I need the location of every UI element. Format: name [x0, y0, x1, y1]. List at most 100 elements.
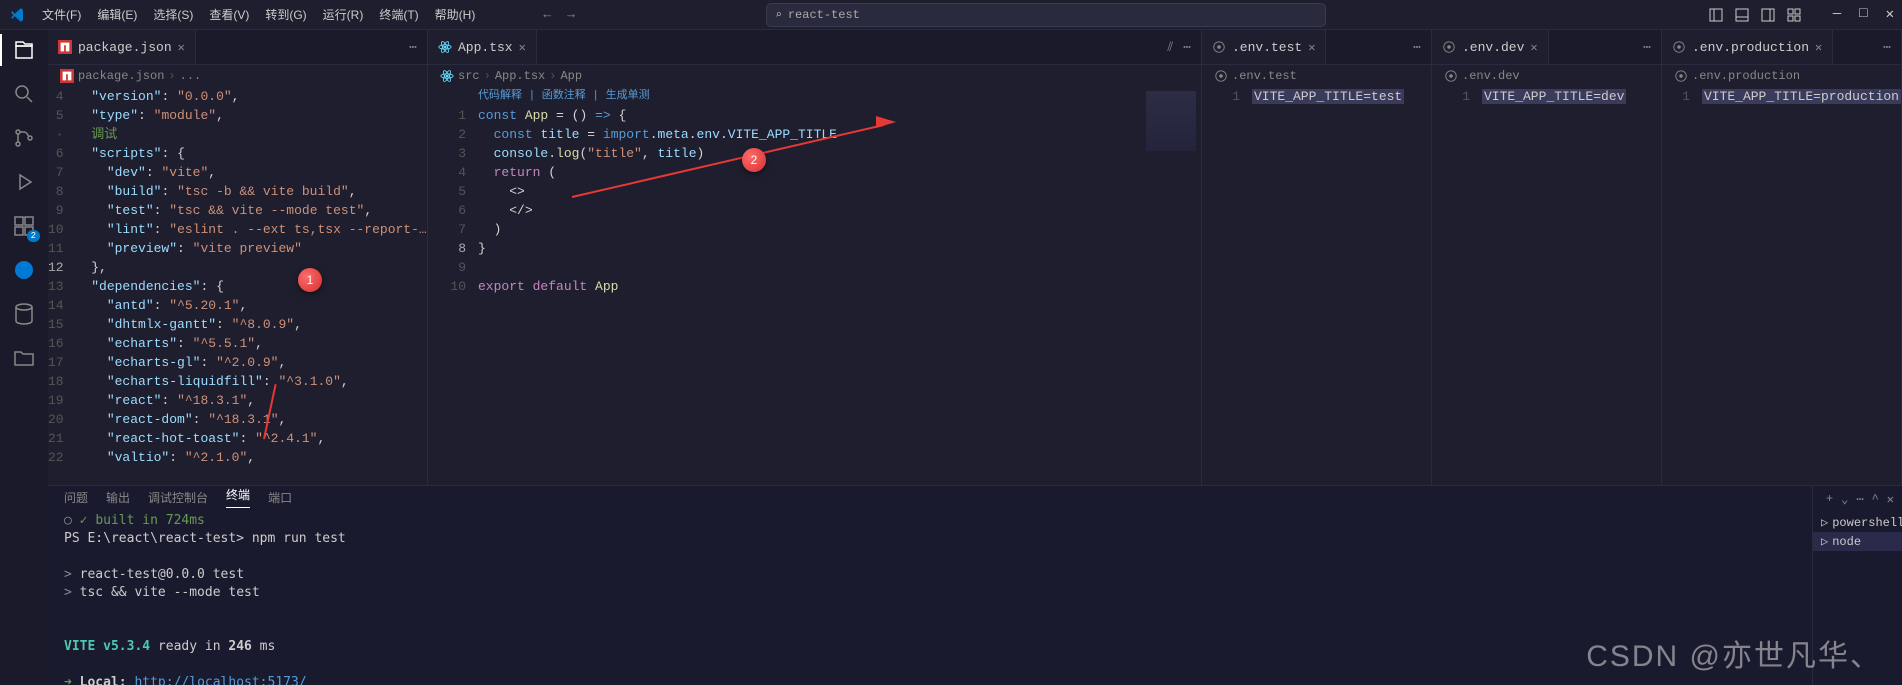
code-area[interactable]: 1 VITE_APP_TITLE=production [1662, 87, 1901, 485]
terminal-more-icon[interactable]: ⋯ [1856, 492, 1863, 507]
close-tab-icon[interactable]: ✕ [519, 40, 526, 55]
codelens[interactable]: 代码解释 | 函数注释 | 生成单测 [478, 87, 1141, 106]
panel-tab[interactable]: 输出 [106, 489, 130, 506]
minimap[interactable] [1141, 87, 1201, 485]
close-tab-icon[interactable]: ✕ [1530, 40, 1537, 55]
editor-tab[interactable]: .env.dev✕ [1432, 30, 1549, 64]
breadcrumb-item[interactable]: App.tsx [495, 69, 545, 83]
breadcrumb[interactable]: package.json›... [48, 65, 427, 87]
breadcrumb-item[interactable]: ... [180, 69, 202, 83]
line-gutter: 1 [1202, 87, 1252, 485]
nav-forward-icon[interactable]: → [567, 7, 575, 22]
terminal-shell-item[interactable]: ▷ node [1813, 532, 1902, 551]
extensions-icon[interactable]: 2 [12, 214, 36, 238]
layout-left-icon[interactable] [1709, 8, 1723, 22]
database-icon[interactable] [12, 302, 36, 326]
code-area[interactable]: 12345678910代码解释 | 函数注释 | 生成单测const App =… [428, 87, 1201, 485]
terminal-line: > react-test@0.0.0 test [64, 566, 1796, 584]
editor-tab[interactable]: .env.production✕ [1662, 30, 1833, 64]
code-area[interactable]: 1VITE_APP_TITLE=test [1202, 87, 1431, 485]
terminal-line: ○ ✓ built in 724ms [64, 512, 1796, 530]
code-text[interactable]: VITE_APP_TITLE=test [1252, 87, 1431, 485]
code-line: "echarts-liquidfill": "^3.1.0", [76, 372, 427, 391]
more-icon[interactable]: ⋯ [409, 40, 417, 55]
code-line: "react-hot-toast": "^2.4.1", [76, 429, 427, 448]
command-center-search[interactable]: ⌕ react-test [766, 3, 1326, 27]
panel-tab[interactable]: 调试控制台 [148, 489, 208, 506]
explorer-icon[interactable] [12, 38, 36, 62]
more-icon[interactable]: ⋯ [1883, 40, 1891, 55]
panel-tab[interactable]: 端口 [268, 489, 292, 506]
breadcrumb[interactable]: .env.test [1202, 65, 1431, 87]
minimize-icon[interactable]: — [1833, 6, 1841, 23]
editor-tab[interactable]: App.tsx✕ [428, 30, 537, 64]
terminal-body[interactable]: ○ ✓ built in 724msPS E:\react\react-test… [48, 508, 1812, 685]
split-editor-icon[interactable]: ⫽ [1167, 40, 1173, 55]
main-area: 2 package.json✕⋯package.json›...45·67891… [0, 30, 1902, 685]
code-area[interactable]: 45·678910111213141516171819202122 "versi… [48, 87, 427, 485]
layout-right-icon[interactable] [1761, 8, 1775, 22]
file-icon [1442, 40, 1456, 54]
menu-item[interactable]: 帮助(H) [427, 6, 484, 23]
more-icon[interactable]: ⋯ [1643, 40, 1651, 55]
panel-tab[interactable]: 问题 [64, 489, 88, 506]
code-text[interactable]: VITE_APP_TITLE=dev [1482, 87, 1661, 485]
code-line: "version": "0.0.0", [76, 87, 427, 106]
code-line: "lint": "eslint . --ext ts,tsx --report-… [76, 220, 427, 239]
terminal-maximize-icon[interactable]: ^ [1872, 492, 1879, 507]
layout-custom-icon[interactable] [1787, 8, 1801, 22]
code-line [478, 258, 1141, 277]
close-tab-icon[interactable]: ✕ [1308, 40, 1315, 55]
menu-item[interactable]: 文件(F) [34, 6, 89, 23]
maximize-icon[interactable]: □ [1859, 6, 1867, 23]
close-icon[interactable]: ✕ [1886, 6, 1894, 23]
folder-icon[interactable] [12, 346, 36, 370]
nav-back-icon[interactable]: ← [543, 7, 551, 22]
menu-item[interactable]: 转到(G) [257, 6, 314, 23]
more-icon[interactable]: ⋯ [1413, 40, 1421, 55]
layout-bottom-icon[interactable] [1735, 8, 1749, 22]
breadcrumb-item[interactable]: .env.production [1692, 69, 1800, 83]
breadcrumb-item[interactable]: src [458, 69, 480, 83]
close-tab-icon[interactable]: ✕ [178, 40, 185, 55]
code-line: "echarts": "^5.5.1", [76, 334, 427, 353]
more-icon[interactable]: ⋯ [1183, 40, 1191, 55]
line-number: 1 [1662, 87, 1690, 106]
breadcrumb[interactable]: .env.production [1662, 65, 1901, 87]
line-gutter: 12345678910 [428, 87, 478, 485]
line-gutter: 1 [1662, 87, 1702, 485]
line-number: 9 [428, 258, 466, 277]
breadcrumb-item[interactable]: package.json [78, 69, 164, 83]
editor-tab[interactable]: package.json✕ [48, 30, 196, 64]
file-icon [1212, 40, 1226, 54]
menu-item[interactable]: 选择(S) [145, 6, 201, 23]
terminal-dropdown-icon[interactable]: ⌄ [1841, 492, 1848, 507]
terminal-close-icon[interactable]: ✕ [1887, 492, 1894, 507]
menu-item[interactable]: 查看(V) [201, 6, 257, 23]
code-area[interactable]: 1VITE_APP_TITLE=dev [1432, 87, 1661, 485]
terminal-line: PS E:\react\react-test> npm run test [64, 530, 1796, 548]
breadcrumb-item[interactable]: .env.dev [1462, 69, 1520, 83]
code-text[interactable]: VITE_APP_TITLE=production [1702, 87, 1901, 485]
code-text[interactable]: 代码解释 | 函数注释 | 生成单测const App = () => { co… [478, 87, 1141, 485]
close-tab-icon[interactable]: ✕ [1815, 40, 1822, 55]
code-line: ) [478, 220, 1141, 239]
breadcrumb-item[interactable]: App [560, 69, 582, 83]
edge-tools-icon[interactable] [12, 258, 36, 282]
line-number: 9 [48, 201, 64, 220]
search-activity-icon[interactable] [12, 82, 36, 106]
panel-tab[interactable]: 终端 [226, 486, 250, 508]
code-text[interactable]: "version": "0.0.0", "type": "module", 调试… [76, 87, 427, 485]
menu-item[interactable]: 编辑(E) [89, 6, 145, 23]
menu-item[interactable]: 终端(T) [371, 6, 426, 23]
breadcrumb[interactable]: .env.dev [1432, 65, 1661, 87]
breadcrumb-item[interactable]: .env.test [1232, 69, 1297, 83]
terminal-new-icon[interactable]: + [1826, 492, 1833, 507]
terminal-shell-item[interactable]: ▷ powershell [1813, 513, 1902, 532]
source-control-icon[interactable] [12, 126, 36, 150]
breadcrumb[interactable]: src›App.tsx›App [428, 65, 1201, 87]
menu-item[interactable]: 运行(R) [315, 6, 372, 23]
editor-tab[interactable]: .env.test✕ [1202, 30, 1326, 64]
run-debug-icon[interactable] [12, 170, 36, 194]
tab-actions: ⫽⋯ [1157, 30, 1201, 64]
